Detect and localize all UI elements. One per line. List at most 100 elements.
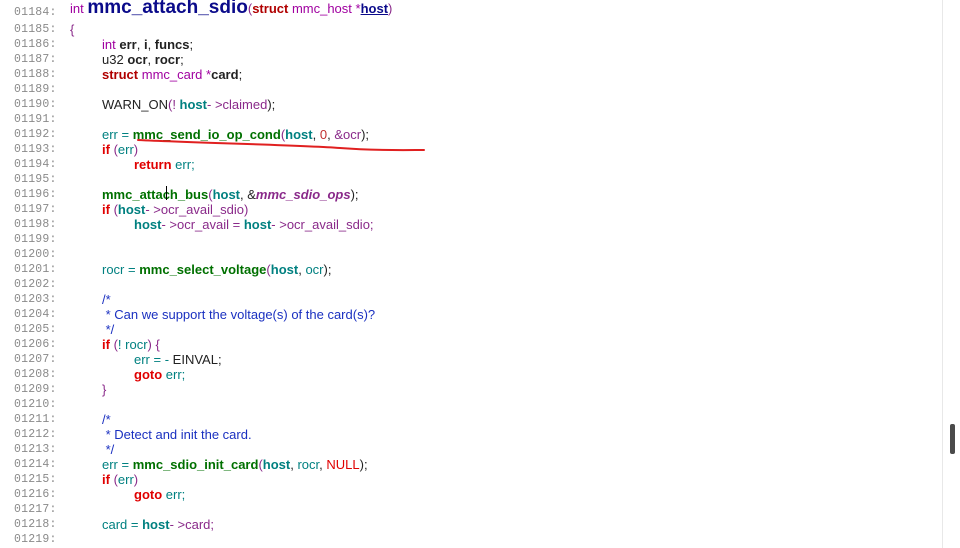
code-token: host [142,517,170,532]
code-line: 01190: WARN_ON(! host- >claimed); [0,97,940,112]
line-number: 01218: [14,518,57,531]
code-token: mmc_host * [288,1,361,16]
line-number: 01204: [14,308,57,321]
code-token: /* [102,292,111,307]
code-line: 01207: err = - EINVAL; [0,352,940,367]
line-number: 01197: [14,203,57,216]
code-token: host [360,1,389,16]
code-line: 01185: { [0,22,940,37]
code-token: ocr [127,52,148,67]
line-number: 01186: [14,38,57,51]
line-number: 01188: [14,68,57,81]
code-token: card [211,67,239,82]
code-token: * Can we support the voltage(s) of the c… [102,307,376,322]
line-number: 01214: [14,458,57,471]
code-token: err = - [134,352,173,367]
code-token: host [212,187,241,202]
code-token: ); [323,262,332,277]
line-number: 01185: [14,23,57,36]
code-line: 01193: if (err) [0,142,940,157]
code-token: ! rocr [117,337,148,352]
code-token: mmc_send_io_op_cond [132,127,281,142]
code-token: int [70,1,88,16]
code-token: host [117,202,146,217]
code-text: mmc_attach_bus(host, &mmc_sdio_ops); [102,187,359,202]
code-line: 01197: if (host- >ocr_avail_sdio) [0,202,940,217]
code-token: ocr [305,262,324,277]
code-token: host [243,217,272,232]
code-token: rocr = [102,262,140,277]
code-text: return err; [134,157,195,172]
code-text: host- >ocr_avail = host- >ocr_avail_sdio… [134,217,374,232]
code-token: ; [189,37,194,52]
code-text: err = mmc_sdio_init_card(host, rocr, NUL… [102,457,368,472]
code-line: 01204: * Can we support the voltage(s) o… [0,307,940,322]
code-token: ( [109,472,118,487]
code-line: 01201: rocr = mmc_select_voltage(host, oc… [0,262,940,277]
code-token: ; [217,352,222,367]
code-token: err = [102,127,130,142]
code-token: err [117,472,134,487]
line-number: 01184: [14,6,57,19]
line-number: 01206: [14,338,57,351]
code-line: 01211: /* [0,412,940,427]
line-number: 01194: [14,158,57,171]
code-line: 01194: return err; [0,157,940,172]
code-token: ) [133,142,139,157]
scroll-thumb[interactable] [950,424,955,454]
code-token: ); [359,457,368,472]
code-line: 01208: goto err; [0,367,940,382]
code-token: 0 [319,127,328,142]
code-text: /* [102,412,111,427]
code-text: } [102,382,106,397]
code-text: err = - EINVAL; [134,352,222,367]
line-number: 01191: [14,113,57,126]
code-token: err [119,37,137,52]
line-number: 01195: [14,173,57,186]
code-token: /* [102,412,111,427]
code-token: mmc_attach_sdio [87,0,248,18]
code-token: rocr [297,457,320,472]
line-number: 01207: [14,353,57,366]
code-line: 01213: */ [0,442,940,457]
line-number: 01199: [14,233,57,246]
code-line: 01215: if (err) [0,472,940,487]
code-text: /* [102,292,111,307]
line-number: 01196: [14,188,57,201]
code-line: 01192: err = mmc_send_io_op_cond(host, 0,… [0,127,940,142]
code-token: host [285,127,313,142]
code-line: 01219: [0,532,940,547]
code-token: ) { [147,337,160,352]
code-line: 01187: u32 ocr, rocr; [0,52,940,67]
code-token: - >claimed [207,97,268,112]
code-token: EINVAL [172,352,218,367]
line-number: 01201: [14,263,57,276]
code-line: 01199: [0,232,940,247]
code-token: host [270,262,299,277]
line-number: 01211: [14,413,57,426]
line-number: 01213: [14,443,57,456]
code-token: , [136,37,144,52]
code-line: 01195: [0,172,940,187]
code-line: 01210: [0,397,940,412]
code-text: card = host- >card; [102,517,214,532]
code-token: mmc_attach_bus [102,187,209,202]
code-token: rocr [154,52,181,67]
code-token: mmc_card * [138,67,212,82]
code-line: 01203: /* [0,292,940,307]
vertical-scrollbar[interactable] [942,0,960,548]
code-token: if [102,472,110,487]
code-token: if [102,142,110,157]
code-token: mmc_sdio_init_card [132,457,259,472]
code-token: host [175,97,207,112]
line-number: 01192: [14,128,57,141]
text-caret [166,186,167,200]
code-token: ( [109,202,118,217]
code-text: if (host- >ocr_avail_sdio) [102,202,248,217]
line-number: 01198: [14,218,57,231]
code-token: ( [109,142,118,157]
code-token: , [147,37,155,52]
code-token: */ [102,322,115,337]
line-number: 01208: [14,368,57,381]
code-token: struct [252,1,289,16]
